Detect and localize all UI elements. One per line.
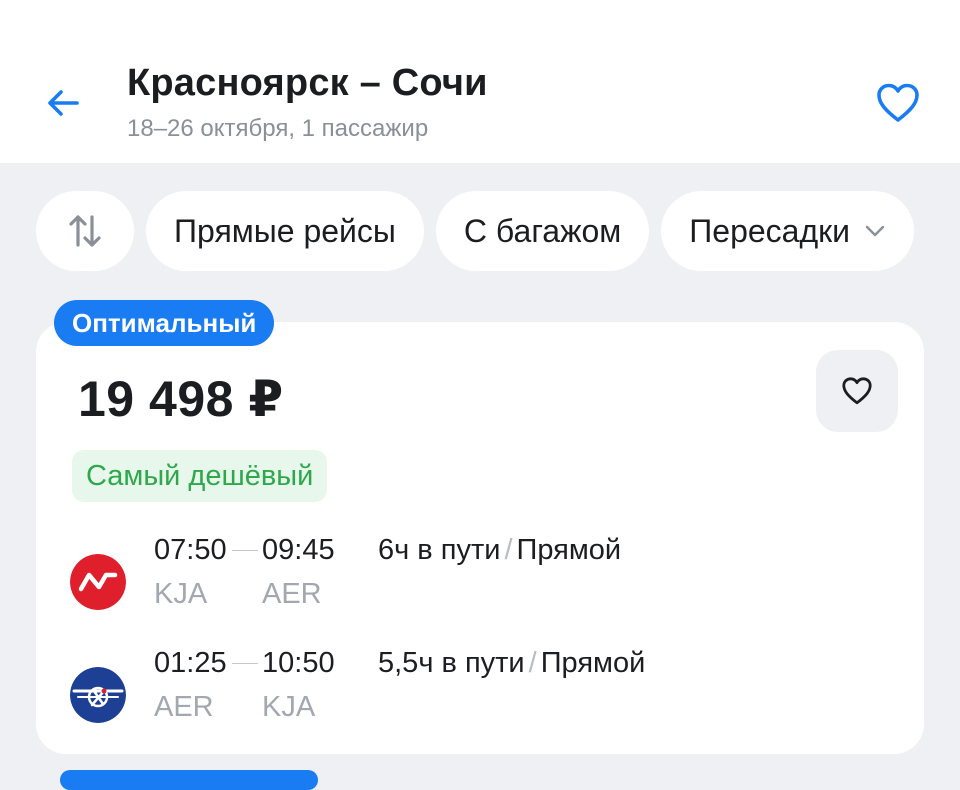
- flight-segment-return[interactable]: 01:25 10:50 AER KJA 5,5ч в пути / Прямой: [36, 647, 924, 737]
- sort-arrows-icon: [69, 215, 101, 247]
- destination-airport: KJA: [262, 691, 316, 723]
- flight-type: Прямой: [540, 647, 646, 679]
- flight-info: 6ч в пути / Прямой: [378, 534, 621, 567]
- depart-time: 07:50: [154, 534, 227, 566]
- nordwind-logo: [70, 554, 126, 610]
- time-divider: [232, 663, 258, 664]
- flight-type: Прямой: [516, 534, 622, 566]
- back-button[interactable]: [38, 78, 88, 128]
- heart-outline-icon: [842, 377, 872, 405]
- favorite-route-button[interactable]: [870, 78, 926, 128]
- flight-segment-outbound[interactable]: 07:50 09:45 KJA AER 6ч в пути / Прямой: [36, 534, 924, 624]
- flight-info: 5,5ч в пути / Прямой: [378, 647, 645, 680]
- filter-direct-flights[interactable]: Прямые рейсы: [146, 191, 424, 271]
- cheapest-badge: Самый дешёвый: [72, 450, 328, 502]
- sort-button[interactable]: [36, 191, 134, 271]
- next-card-badge: [60, 770, 318, 790]
- aeroflot-logo: [70, 667, 126, 723]
- ticket-price: 19 498 ₽: [78, 371, 284, 427]
- info-separator: /: [504, 534, 513, 566]
- favorite-ticket-button[interactable]: [816, 350, 898, 432]
- flight-duration: 6ч в пути: [378, 534, 501, 566]
- info-separator: /: [528, 647, 537, 679]
- flight-duration: 5,5ч в пути: [378, 647, 525, 679]
- arrive-time: 10:50: [262, 647, 335, 679]
- arrive-time: 09:45: [262, 534, 335, 566]
- filter-bar: Прямые рейсы С багажом Пересадки: [36, 191, 960, 271]
- route-title: Красноярск – Сочи: [127, 62, 488, 104]
- optimal-badge: Оптимальный: [54, 300, 275, 346]
- arrow-left-icon: [48, 90, 79, 116]
- origin-airport: KJA: [154, 578, 208, 610]
- filter-transfers-label: Пересадки: [689, 212, 851, 249]
- ticket-card[interactable]: 19 498 ₽ Самый дешёвый 07:50 09:45 KJA A…: [36, 322, 924, 754]
- chevron-down-icon: [864, 224, 886, 238]
- heart-outline-icon: [877, 83, 919, 122]
- destination-airport: AER: [262, 578, 322, 610]
- trip-details: 18–26 октября, 1 пассажир: [127, 115, 429, 142]
- top-bar: Красноярск – Сочи 18–26 октября, 1 пасса…: [0, 0, 960, 163]
- depart-time: 01:25: [154, 647, 227, 679]
- filter-transfers[interactable]: Пересадки: [661, 191, 915, 271]
- filter-with-baggage[interactable]: С багажом: [435, 191, 650, 271]
- time-divider: [232, 550, 258, 551]
- origin-airport: AER: [154, 691, 214, 723]
